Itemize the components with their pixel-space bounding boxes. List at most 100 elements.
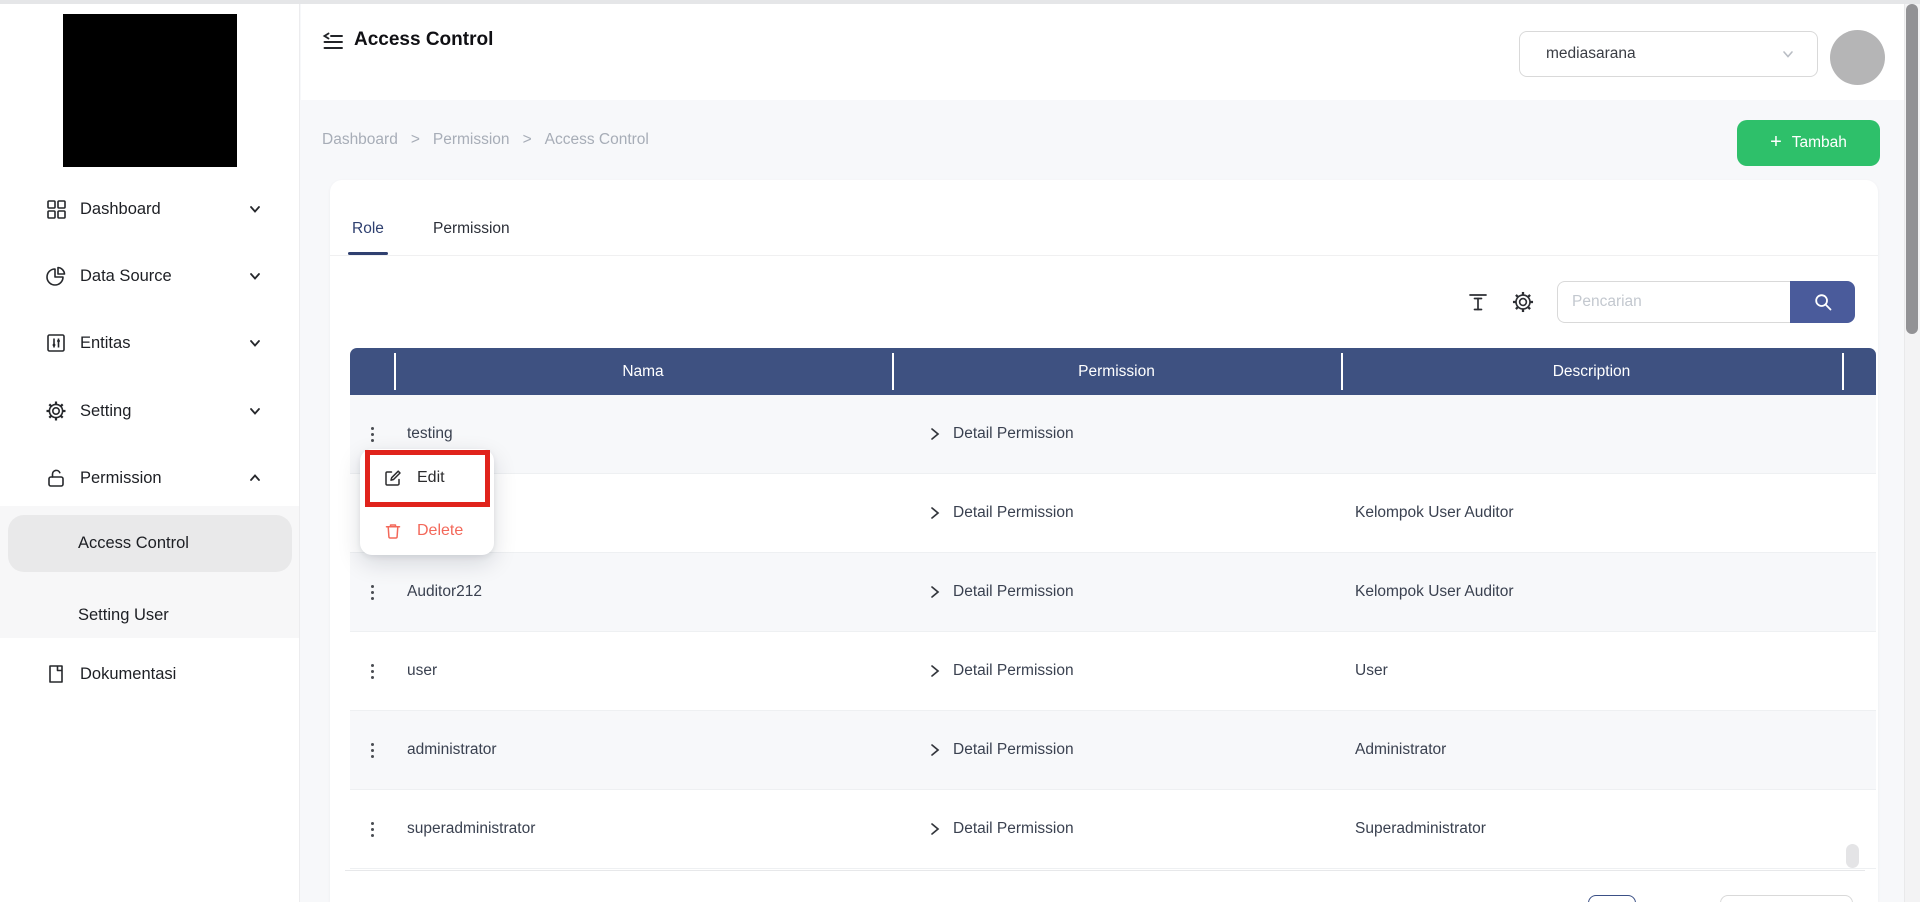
context-menu-item-label: Edit (417, 469, 445, 487)
detail-permission-expander[interactable]: Detail Permission (892, 741, 1341, 759)
chevron-right-icon (929, 427, 941, 441)
sidebar-item-data-source[interactable]: Data Source (0, 256, 300, 296)
row-menu-button[interactable] (363, 818, 381, 840)
sidebar-item-dokumentasi[interactable]: Dokumentasi (0, 654, 300, 694)
breadcrumb-item-current: Access Control (545, 131, 649, 149)
detail-permission-label: Detail Permission (953, 583, 1074, 601)
detail-permission-expander[interactable]: Detail Permission (892, 820, 1341, 838)
chevron-right-icon (929, 822, 941, 836)
context-menu-edit[interactable]: Edit (360, 457, 494, 499)
tab-permission[interactable]: Permission (433, 220, 510, 238)
add-button-label: Tambah (1792, 134, 1847, 152)
search-bar (1557, 281, 1855, 323)
detail-permission-expander[interactable]: Detail Permission (892, 425, 1341, 443)
chevron-up-icon (248, 471, 262, 485)
role-description: Administrator (1341, 741, 1842, 759)
role-description: Kelompok User Auditor (1341, 583, 1842, 601)
document-icon (45, 663, 67, 685)
row-context-menu: Edit Delete (360, 449, 494, 555)
chevron-right-icon (929, 506, 941, 520)
roles-table: Nama Permission Description testing Deta… (350, 348, 1876, 869)
detail-permission-expander[interactable]: Detail Permission (892, 583, 1341, 601)
sidebar-item-label: Dokumentasi (80, 665, 176, 684)
table-row: user Detail Permission User (350, 632, 1876, 711)
sidebar-item-label: Setting (80, 402, 131, 421)
context-menu-item-label: Delete (417, 522, 463, 540)
inner-scrollbar-thumb[interactable] (1846, 844, 1859, 868)
table-header-row: Nama Permission Description (350, 348, 1876, 395)
table-row: Auditor212 Detail Permission Kelompok Us… (350, 553, 1876, 632)
detail-permission-label: Detail Permission (953, 662, 1074, 680)
sidebar-subitem-label: Access Control (78, 534, 189, 553)
role-name: administrator (394, 741, 892, 759)
gear-icon (45, 400, 67, 422)
scrollbar-thumb[interactable] (1906, 4, 1918, 334)
breadcrumb: Dashboard > Permission > Access Control (322, 131, 649, 149)
chevron-down-icon (1781, 47, 1795, 61)
search-input[interactable] (1557, 281, 1790, 323)
row-menu-button[interactable] (363, 739, 381, 761)
detail-permission-label: Detail Permission (953, 504, 1074, 522)
column-separator (394, 353, 396, 390)
pagination-size-select[interactable] (1720, 895, 1853, 902)
gear-icon[interactable] (1511, 290, 1535, 314)
app-root: Dashboard Data Source Entitas (0, 0, 1920, 902)
chevron-down-icon (248, 336, 262, 350)
table-row: testing Detail Permission (350, 395, 1876, 474)
column-separator (892, 353, 894, 390)
add-button[interactable]: + Tambah (1737, 120, 1880, 166)
content-card: Role Permission (330, 180, 1878, 902)
row-menu-button[interactable] (363, 581, 381, 603)
row-menu-button[interactable] (363, 423, 381, 445)
logo (63, 14, 237, 167)
sidebar-item-label: Data Source (80, 267, 172, 286)
sidebar-item-label: Permission (80, 469, 162, 488)
detail-permission-expander[interactable]: Detail Permission (892, 662, 1341, 680)
chevron-right-icon (929, 664, 941, 678)
pie-chart-icon (45, 265, 67, 287)
role-name: superadministrator (394, 820, 892, 838)
tab-role[interactable]: Role (352, 220, 384, 238)
sidebar-submenu: Access Control Setting User (0, 506, 299, 638)
role-name: user (394, 662, 892, 680)
sidebar-item-setting-user[interactable]: Setting User (8, 587, 292, 644)
role-description: Kelompok User Auditor (1341, 504, 1842, 522)
context-menu-delete[interactable]: Delete (360, 510, 494, 552)
role-name: testing (394, 425, 892, 443)
table-bottom-divider (345, 870, 1865, 871)
column-separator (1341, 353, 1343, 390)
tabs-divider (330, 255, 1878, 256)
detail-permission-label: Detail Permission (953, 820, 1074, 838)
row-height-icon[interactable] (1466, 290, 1490, 314)
column-header-description: Description (1341, 363, 1842, 381)
row-menu-button[interactable] (363, 660, 381, 682)
chevron-down-icon (248, 269, 262, 283)
detail-permission-expander[interactable]: Detail Permission (892, 504, 1341, 522)
chevron-right-icon (929, 743, 941, 757)
menu-fold-icon[interactable] (322, 31, 344, 53)
chevron-down-icon (248, 404, 262, 418)
breadcrumb-separator: > (411, 131, 420, 149)
sidebar: Dashboard Data Source Entitas (0, 4, 300, 902)
page-title: Access Control (354, 29, 493, 51)
breadcrumb-item[interactable]: Permission (433, 131, 510, 149)
sidebar-item-access-control[interactable]: Access Control (8, 515, 292, 572)
edit-square-icon (384, 469, 402, 487)
role-description: Superadministrator (1341, 820, 1842, 838)
sidebar-item-entitas[interactable]: Entitas (0, 323, 300, 363)
sidebar-item-setting[interactable]: Setting (0, 391, 300, 431)
sliders-icon (45, 332, 67, 354)
breadcrumb-item[interactable]: Dashboard (322, 131, 398, 149)
table-row: administrator Detail Permission Administ… (350, 711, 1876, 790)
table-row: superadministrator Detail Permission Sup… (350, 790, 1876, 869)
sidebar-item-label: Entitas (80, 334, 130, 353)
org-select[interactable]: mediasarana (1519, 31, 1818, 77)
trash-icon (384, 522, 402, 540)
avatar[interactable] (1830, 30, 1885, 85)
search-button[interactable] (1790, 281, 1855, 323)
search-icon (1813, 292, 1833, 312)
pagination-page-button[interactable] (1588, 895, 1636, 902)
detail-permission-label: Detail Permission (953, 425, 1074, 443)
sidebar-item-dashboard[interactable]: Dashboard (0, 189, 300, 229)
sidebar-item-permission[interactable]: Permission (0, 458, 300, 498)
